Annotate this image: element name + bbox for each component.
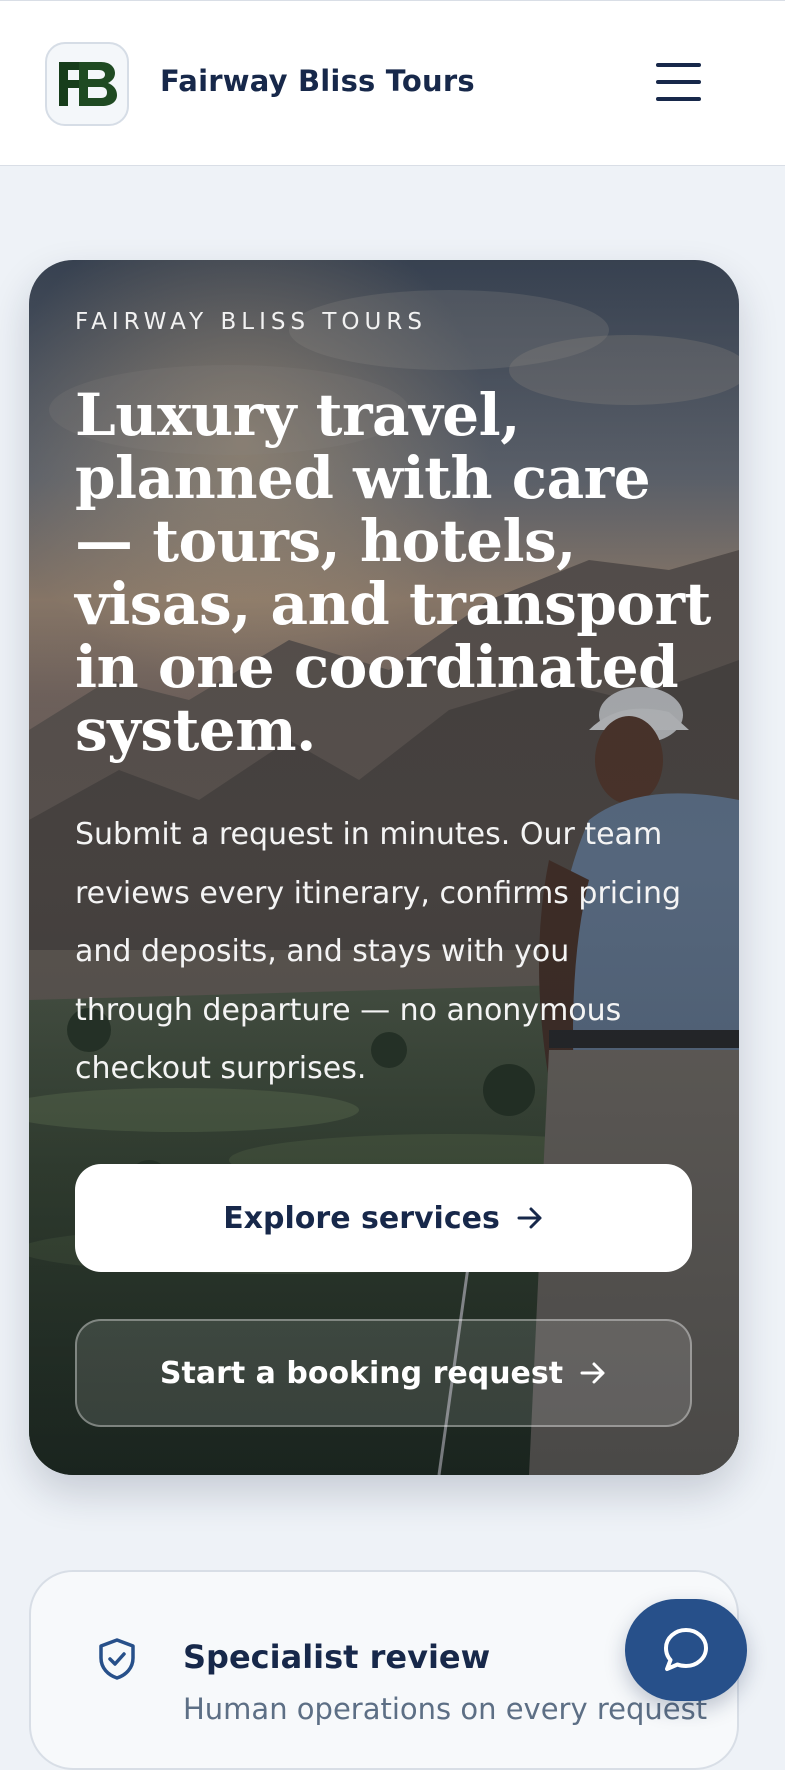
- start-booking-label: Start a booking request: [159, 1355, 564, 1391]
- chat-button[interactable]: [625, 1599, 747, 1701]
- explore-services-label: Explore services: [223, 1200, 500, 1236]
- hero-description: Submit a request in minutes. Our team re…: [75, 817, 682, 1086]
- hero-title: Luxury travel, planned with care — tours…: [75, 381, 711, 764]
- shield-check-icon: [99, 1638, 135, 1680]
- feature-card-subtitle: Human operations on every request: [183, 1692, 708, 1726]
- brand-logo[interactable]: [45, 42, 129, 126]
- hamburger-menu-icon[interactable]: [652, 59, 704, 105]
- start-booking-button[interactable]: Start a booking request: [75, 1319, 692, 1427]
- arrow-right-icon: [580, 1362, 605, 1384]
- brand-name[interactable]: Fairway Bliss Tours: [160, 64, 475, 98]
- hero-eyebrow: FAIRWAY BLISS TOURS: [75, 309, 427, 335]
- hero-section: FAIRWAY BLISS TOURS Luxury travel, plann…: [29, 260, 739, 1475]
- arrow-right-icon: [517, 1207, 542, 1229]
- site-header: Fairway Bliss Tours: [0, 0, 785, 166]
- fb-monogram-logo-icon: [59, 62, 117, 106]
- chat-bubble-icon: [664, 1628, 708, 1671]
- feature-card-title: Specialist review: [183, 1638, 491, 1676]
- explore-services-button[interactable]: Explore services: [75, 1164, 692, 1272]
